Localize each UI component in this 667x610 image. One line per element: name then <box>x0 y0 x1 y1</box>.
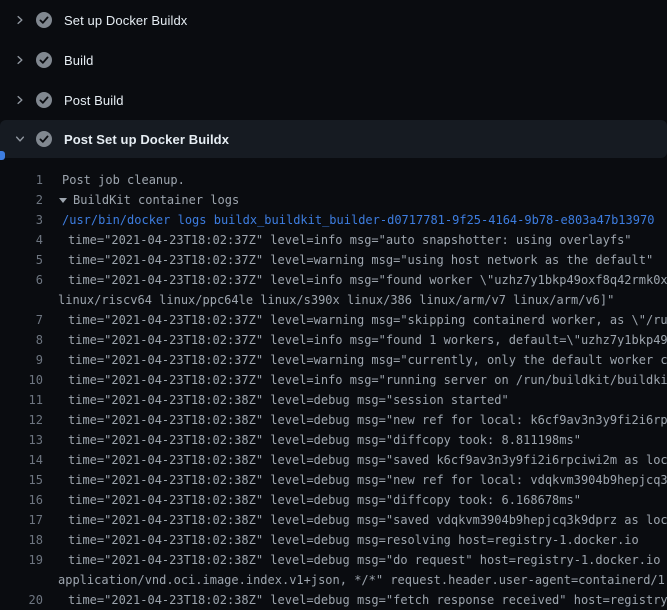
log-line: 18 time="2021-04-23T18:02:38Z" level=deb… <box>0 530 667 550</box>
line-text: time="2021-04-23T18:02:38Z" level=debug … <box>43 590 667 610</box>
line-text: time="2021-04-23T18:02:37Z" level=info m… <box>43 330 667 350</box>
step-row[interactable]: Build <box>0 40 667 80</box>
log-line: 16 time="2021-04-23T18:02:38Z" level=deb… <box>0 490 667 510</box>
step-label: Post Build <box>64 93 124 108</box>
line-number[interactable]: 11 <box>0 390 43 410</box>
line-text: time="2021-04-23T18:02:37Z" level=info m… <box>43 370 667 390</box>
line-text: time="2021-04-23T18:02:37Z" level=warnin… <box>43 250 653 270</box>
line-number[interactable]: 14 <box>0 450 43 470</box>
log-viewer: 1 Post job cleanup. 2 BuildKit container… <box>0 158 667 610</box>
log-line: application/vnd.oci.image.index.v1+json,… <box>0 570 667 590</box>
log-line: 10 time="2021-04-23T18:02:37Z" level=inf… <box>0 370 667 390</box>
line-text: application/vnd.oci.image.index.v1+json,… <box>43 570 667 590</box>
log-lines: 1 Post job cleanup. 2 BuildKit container… <box>0 170 667 610</box>
line-text: /usr/bin/docker logs buildx_buildkit_bui… <box>43 210 654 230</box>
log-line: 9 time="2021-04-23T18:02:37Z" level=warn… <box>0 350 667 370</box>
log-line: 8 time="2021-04-23T18:02:37Z" level=info… <box>0 330 667 350</box>
steps-list: Set up Docker Buildx Build <box>0 0 667 158</box>
step-row[interactable]: Set up Docker Buildx <box>0 0 667 40</box>
log-line: 2 BuildKit container logs <box>0 190 667 210</box>
active-step-indicator <box>0 151 5 160</box>
line-number[interactable]: 4 <box>0 230 43 250</box>
line-text: time="2021-04-23T18:02:38Z" level=debug … <box>43 450 667 470</box>
line-text: time="2021-04-23T18:02:38Z" level=debug … <box>43 490 581 510</box>
log-line: 14 time="2021-04-23T18:02:38Z" level=deb… <box>0 450 667 470</box>
log-line: 1 Post job cleanup. <box>0 170 667 190</box>
line-number[interactable]: 5 <box>0 250 43 270</box>
step-label: Post Set up Docker Buildx <box>64 132 229 147</box>
line-text: time="2021-04-23T18:02:37Z" level=info m… <box>43 230 632 250</box>
line-number[interactable]: 8 <box>0 330 43 350</box>
log-line: 5 time="2021-04-23T18:02:37Z" level=warn… <box>0 250 667 270</box>
line-number[interactable] <box>0 570 43 590</box>
check-circle-icon <box>36 52 52 68</box>
line-number[interactable]: 18 <box>0 530 43 550</box>
line-number[interactable]: 3 <box>0 210 43 230</box>
line-text: time="2021-04-23T18:02:37Z" level=info m… <box>43 270 667 290</box>
step-row[interactable]: Post Set up Docker Buildx <box>0 120 667 158</box>
line-text: time="2021-04-23T18:02:37Z" level=warnin… <box>43 310 667 330</box>
line-number[interactable]: 19 <box>0 550 43 570</box>
line-text: time="2021-04-23T18:02:38Z" level=debug … <box>43 430 581 450</box>
line-text: time="2021-04-23T18:02:38Z" level=debug … <box>43 510 667 530</box>
line-text: linux/riscv64 linux/ppc64le linux/s390x … <box>43 290 614 310</box>
log-line: 20 time="2021-04-23T18:02:38Z" level=deb… <box>0 590 667 610</box>
line-number[interactable]: 13 <box>0 430 43 450</box>
log-line: 17 time="2021-04-23T18:02:38Z" level=deb… <box>0 510 667 530</box>
chevron-icon[interactable] <box>12 92 28 108</box>
log-line: 7 time="2021-04-23T18:02:37Z" level=warn… <box>0 310 667 330</box>
step-label: Build <box>64 53 93 68</box>
line-number[interactable]: 12 <box>0 410 43 430</box>
line-text: time="2021-04-23T18:02:37Z" level=warnin… <box>43 350 667 370</box>
line-text: Post job cleanup. <box>43 170 185 190</box>
check-circle-icon <box>36 131 52 147</box>
line-number[interactable]: 16 <box>0 490 43 510</box>
log-line: 12 time="2021-04-23T18:02:38Z" level=deb… <box>0 410 667 430</box>
line-number[interactable] <box>0 290 43 310</box>
group-toggle-icon[interactable] <box>59 198 67 203</box>
line-text: time="2021-04-23T18:02:38Z" level=debug … <box>43 410 667 430</box>
log-line: linux/riscv64 linux/ppc64le linux/s390x … <box>0 290 667 310</box>
log-line: 11 time="2021-04-23T18:02:38Z" level=deb… <box>0 390 667 410</box>
log-line: 6 time="2021-04-23T18:02:37Z" level=info… <box>0 270 667 290</box>
chevron-icon[interactable] <box>12 131 28 147</box>
line-text: time="2021-04-23T18:02:38Z" level=debug … <box>43 390 509 410</box>
line-number[interactable]: 6 <box>0 270 43 290</box>
line-number[interactable]: 9 <box>0 350 43 370</box>
line-number[interactable]: 10 <box>0 370 43 390</box>
check-circle-icon <box>36 92 52 108</box>
line-number[interactable]: 7 <box>0 310 43 330</box>
step-label: Set up Docker Buildx <box>64 13 187 28</box>
log-line: 19 time="2021-04-23T18:02:38Z" level=deb… <box>0 550 667 570</box>
line-text: time="2021-04-23T18:02:38Z" level=debug … <box>43 550 667 570</box>
chevron-icon[interactable] <box>12 12 28 28</box>
line-number[interactable]: 15 <box>0 470 43 490</box>
step-row[interactable]: Post Build <box>0 80 667 120</box>
line-text: time="2021-04-23T18:02:38Z" level=debug … <box>43 530 639 550</box>
log-line: 13 time="2021-04-23T18:02:38Z" level=deb… <box>0 430 667 450</box>
check-circle-icon <box>36 12 52 28</box>
line-text: BuildKit container logs <box>67 190 239 210</box>
line-number[interactable]: 20 <box>0 590 43 610</box>
line-number[interactable]: 1 <box>0 170 43 190</box>
line-number[interactable]: 2 <box>0 190 43 210</box>
log-line: 3 /usr/bin/docker logs buildx_buildkit_b… <box>0 210 667 230</box>
line-text: time="2021-04-23T18:02:38Z" level=debug … <box>43 470 667 490</box>
chevron-icon[interactable] <box>12 52 28 68</box>
log-line: 15 time="2021-04-23T18:02:38Z" level=deb… <box>0 470 667 490</box>
line-number[interactable]: 17 <box>0 510 43 530</box>
log-line: 4 time="2021-04-23T18:02:37Z" level=info… <box>0 230 667 250</box>
